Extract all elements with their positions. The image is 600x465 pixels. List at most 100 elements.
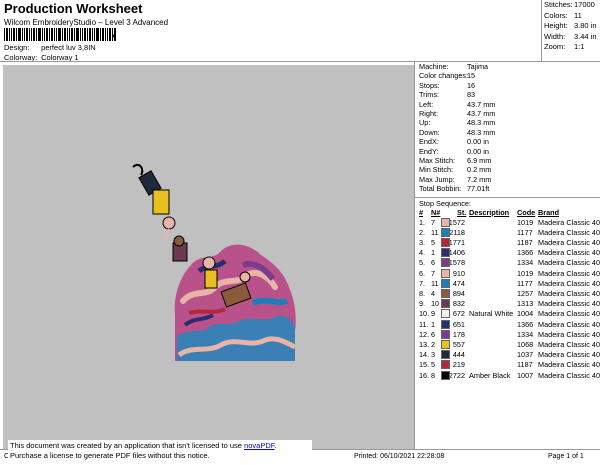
notice-line-1: This document was created by an applicat…: [10, 441, 310, 451]
up-value: 48.3 mm: [467, 118, 496, 128]
needle-number: 7: [431, 217, 436, 227]
printed-timestamp: Printed: 06/10/2021 22:28:08: [354, 453, 445, 460]
stop-number: 14.: [419, 350, 430, 360]
colors-label: Colors:: [544, 10, 568, 20]
novapdf-link[interactable]: novaPDF: [244, 441, 274, 450]
needle-number: 6: [431, 329, 436, 339]
needle-number: 5: [431, 237, 436, 247]
up-label: Up:: [419, 118, 431, 128]
stop-row: 13. 2 557 1068 Madeira Classic 40: [419, 339, 600, 350]
thread-code: 1366: [517, 319, 534, 329]
max-stitch-label: Max Stitch:: [419, 156, 456, 165]
stop-number: 12.: [419, 329, 430, 339]
barcode: [4, 28, 116, 41]
endx-row: EndX: 0.00 in: [419, 137, 489, 146]
needle-number: 2: [431, 339, 436, 349]
page-number: Page 1 of 1: [548, 453, 584, 460]
thread-brand: Madeira Classic 40: [538, 299, 600, 309]
stops-label: Stops:: [419, 80, 440, 90]
thread-brand: Madeira Classic 40: [538, 309, 600, 319]
thread-code: 1313: [517, 299, 534, 309]
width-value: 3.44 in: [574, 31, 597, 41]
up-row: Up: 48.3 mm: [419, 118, 495, 127]
stop-number: 13.: [419, 339, 430, 349]
left-value: 43.7 mm: [467, 99, 496, 109]
thread-code: 1004: [517, 309, 534, 319]
notice-line-2: Purchase a license to generate PDF files…: [10, 451, 210, 460]
stop-number: 9.: [419, 299, 426, 309]
thread-color-swatch: [441, 258, 450, 268]
color-changes-label: Color changes:: [419, 71, 469, 81]
thread-color-swatch: [441, 350, 450, 360]
stop-sequence-heading: Stop Sequence:: [419, 199, 471, 208]
max-jump-label: Max Jump:: [419, 174, 455, 184]
thread-code: 1187: [517, 360, 533, 370]
stop-number: 2.: [419, 227, 426, 237]
thread-color-swatch: [441, 370, 450, 380]
needle-number: 1: [431, 319, 436, 329]
height-row: Height: 3.80 in: [542, 21, 600, 32]
thread-description: Natural White: [469, 309, 514, 319]
stitches-label: Stitches:: [544, 0, 573, 9]
stop-row: 14. 3 444 1037 Madeira Classic 40: [419, 350, 600, 360]
thread-color-swatch: [441, 360, 450, 370]
needle-number: 5: [431, 360, 436, 370]
endy-value: 0.00 in: [467, 146, 489, 156]
stop-number: 10.: [419, 309, 430, 319]
col-needle-header: N#: [431, 208, 441, 217]
thread-brand: Madeira Classic 40: [538, 339, 600, 349]
stop-row: 7. 11 474 1177 Madeira Classic 40: [419, 278, 600, 289]
min-stitch-row: Min Stitch: 0.2 mm: [419, 165, 491, 174]
thread-color-swatch: [441, 329, 450, 339]
thread-brand: Madeira Classic 40: [538, 350, 600, 360]
total-bobbin-label: Total Bobbin:: [419, 184, 462, 194]
right-value: 43.7 mm: [467, 109, 496, 118]
thread-code: 1177: [517, 227, 533, 237]
thread-brand: Madeira Classic 40: [538, 227, 600, 237]
stop-number: 5.: [419, 258, 426, 268]
software-subtitle: Wilcom EmbroideryStudio – Level 3 Advanc…: [4, 18, 169, 27]
stop-number: 3.: [419, 237, 426, 247]
stop-number: 15.: [419, 360, 430, 370]
thread-code: 1068: [517, 339, 534, 349]
thread-color-swatch: [441, 278, 450, 288]
stitches-value: 17000: [574, 0, 595, 9]
thread-color-swatch: [441, 248, 450, 258]
needle-number: 7: [431, 268, 436, 278]
notice-period: .: [274, 441, 277, 450]
machine-info-panel: Machine: Tajima Color changes:15 Stops: 16…: [414, 62, 600, 449]
thread-brand: Madeira Classic 40: [538, 258, 600, 268]
thread-code: 1257: [517, 288, 534, 298]
stop-number: 4.: [419, 248, 426, 258]
thread-color-swatch: [441, 227, 450, 237]
thread-color-swatch: [441, 299, 450, 309]
stitches-row: Stitches:17000: [542, 0, 600, 11]
left-label: Left:: [419, 99, 434, 109]
min-stitch-label: Min Stitch:: [419, 165, 454, 175]
needle-number: 9: [431, 309, 436, 319]
thread-color-swatch: [441, 217, 450, 227]
stop-row: 5. 6 1578 1334 Madeira Classic 40: [419, 258, 600, 268]
min-stitch-value: 0.2 mm: [467, 165, 492, 175]
col-brand-header: Brand: [538, 208, 560, 217]
thread-brand: Madeira Classic 40: [538, 370, 600, 380]
thread-brand: Madeira Classic 40: [538, 237, 600, 247]
endx-value: 0.00 in: [467, 137, 489, 147]
max-stitch-row: Max Stitch: 6.9 mm: [419, 156, 491, 165]
page-title: Production Worksheet: [4, 1, 143, 16]
stop-row: 15. 5 219 1187 Madeira Classic 40: [419, 360, 600, 370]
stop-row: 12. 6 178 1334 Madeira Classic 40: [419, 329, 600, 340]
height-value: 3.80 in: [574, 21, 597, 30]
thread-color-swatch: [441, 268, 450, 278]
total-bobbin-value: 77.01ft: [467, 184, 490, 194]
needle-number: 6: [431, 258, 436, 268]
needle-number: 11: [431, 278, 439, 288]
col-description-header: Description: [469, 208, 510, 217]
thread-code: 1334: [517, 258, 534, 268]
stop-row: 10. 9 672 Natural White 1004 Madeira Classic …: [419, 309, 600, 319]
thread-description: Amber Black: [469, 370, 511, 380]
zoom-row: Zoom: 1:1: [542, 42, 600, 53]
thread-color-swatch: [441, 288, 450, 298]
stop-row: 11. 1 651 1366 Madeira Classic 40: [419, 319, 600, 330]
stop-row: 1. 7 1572 1019 Madeira Classic 40: [419, 217, 600, 228]
